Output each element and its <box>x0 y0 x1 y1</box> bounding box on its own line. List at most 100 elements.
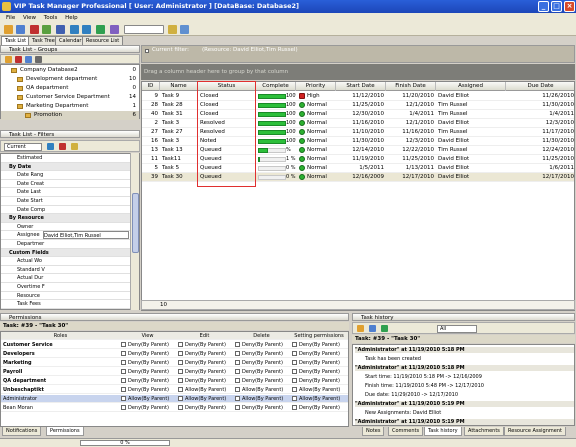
filter-row[interactable]: Date Comp <box>1 206 131 215</box>
tab-task-list[interactable]: Task List <box>1 36 31 45</box>
tab-comments[interactable]: Comments <box>388 427 424 436</box>
menu-tools[interactable]: Tools <box>44 15 58 21</box>
permission-checkbox[interactable] <box>235 378 240 383</box>
tree-item[interactable]: Development department 10 <box>1 75 139 84</box>
filter-group[interactable]: By Resource <box>1 214 131 223</box>
help-icon[interactable] <box>180 25 189 34</box>
tab-notifications[interactable]: Notifications <box>2 427 42 436</box>
permission-row[interactable]: Unbeschaptikt Deny(By Parent) Allow(By Par… <box>1 386 348 394</box>
clear-filter-icon[interactable] <box>59 143 66 150</box>
column-header-finish-date[interactable]: Finish Date <box>386 82 436 91</box>
tab-calendar[interactable]: Calendar <box>55 36 86 45</box>
permission-checkbox[interactable] <box>121 369 126 374</box>
permission-checkbox[interactable] <box>178 405 183 410</box>
permission-checkbox[interactable] <box>292 351 297 356</box>
permission-checkbox[interactable] <box>292 369 297 374</box>
permission-checkbox[interactable] <box>235 369 240 374</box>
permission-checkbox[interactable] <box>178 360 183 365</box>
filter-row[interactable]: Actual Wo <box>1 257 131 266</box>
tab-resource-list[interactable]: Resource List <box>82 36 124 45</box>
permission-row[interactable]: Developers Deny(By Parent) Deny(By Parent)… <box>1 350 348 358</box>
permission-checkbox[interactable] <box>235 360 240 365</box>
permission-checkbox[interactable] <box>121 405 126 410</box>
column-header-name[interactable]: Name <box>160 82 198 91</box>
permissions-column-delete[interactable]: Delete <box>233 332 290 340</box>
save-filter-icon[interactable] <box>71 143 78 150</box>
column-header-priority[interactable]: Priority <box>296 82 336 91</box>
new-task-icon[interactable] <box>4 25 13 34</box>
menu-help[interactable]: Help <box>65 15 78 21</box>
tab-notes[interactable]: Notes <box>362 427 385 436</box>
permission-row[interactable]: Customer Service Deny(By Parent) Deny(By P… <box>1 341 348 349</box>
tree-item[interactable]: QA department 0 <box>1 84 139 93</box>
tree-item-selected[interactable]: Promotion 6 <box>1 111 139 120</box>
permission-checkbox[interactable] <box>121 378 126 383</box>
filter-row[interactable]: Overtime F <box>1 283 131 292</box>
filter-group[interactable]: By Date <box>1 162 131 172</box>
users-icon[interactable] <box>110 25 119 34</box>
permissions-column-setting-permissions[interactable]: Setting permissions <box>290 332 348 340</box>
tab-resource-assignment[interactable]: Resource Assignment <box>504 427 566 436</box>
tree-item[interactable]: Company Database2 0 <box>1 66 139 75</box>
history-refresh-icon[interactable] <box>381 325 388 332</box>
history-filter-select[interactable]: All <box>437 325 477 333</box>
permission-checkbox[interactable] <box>121 396 126 401</box>
filter-row[interactable]: Date Start <box>1 197 131 206</box>
permission-checkbox[interactable] <box>121 351 126 356</box>
filter-row[interactable]: Actual Dur <box>1 274 131 283</box>
delete-group-icon[interactable] <box>15 56 22 63</box>
permissions-column-edit[interactable]: Edit <box>176 332 233 340</box>
permission-row[interactable]: QA department Deny(By Parent) Deny(By Pare… <box>1 377 348 385</box>
permission-checkbox[interactable] <box>292 360 297 365</box>
edit-icon[interactable] <box>42 25 51 34</box>
permission-checkbox[interactable] <box>292 396 297 401</box>
filter-row[interactable]: Owner <box>1 223 131 232</box>
menu-file[interactable]: File <box>6 15 15 21</box>
tab-attachments[interactable]: Attachments <box>464 427 504 436</box>
group-by-area[interactable]: Drag a column header here to group by th… <box>141 64 575 80</box>
edit-group-icon[interactable] <box>25 56 32 63</box>
permission-row[interactable]: Marketing Deny(By Parent) Deny(By Parent) D… <box>1 359 348 367</box>
column-header-assigned[interactable]: Assigned <box>436 82 506 91</box>
add-group-icon[interactable] <box>5 56 12 63</box>
filter-checkbox[interactable] <box>145 49 149 53</box>
open-icon[interactable] <box>16 25 25 34</box>
print-icon[interactable] <box>56 25 65 34</box>
permission-checkbox[interactable] <box>178 342 183 347</box>
refresh-icon[interactable] <box>96 25 105 34</box>
filter-row[interactable]: Assignee David Elliot,Tim Russel <box>1 231 131 240</box>
filter-row[interactable]: Departmer <box>1 240 131 249</box>
apply-filter-icon[interactable] <box>47 143 54 150</box>
tree-item[interactable]: Customer Service Department 14 <box>1 93 139 102</box>
filter-row[interactable]: Date Last <box>1 188 131 197</box>
scroll-thumb[interactable] <box>132 193 139 253</box>
permission-checkbox[interactable] <box>178 369 183 374</box>
permission-checkbox[interactable] <box>178 351 183 356</box>
permission-checkbox[interactable] <box>292 405 297 410</box>
permission-checkbox[interactable] <box>292 387 297 392</box>
permission-checkbox[interactable] <box>292 342 297 347</box>
column-header-start-date[interactable]: Start Date <box>336 82 386 91</box>
settings-icon[interactable] <box>35 56 42 63</box>
filter-row[interactable]: Resource <box>1 292 131 301</box>
column-header-due-date[interactable]: Due Date <box>506 82 574 91</box>
column-header-id[interactable]: ID <box>142 82 160 91</box>
filters-scrollbar[interactable] <box>130 153 139 310</box>
tab-permissions[interactable]: Permissions <box>46 427 84 436</box>
filter-row[interactable]: Estimated <box>1 154 131 163</box>
permissions-column-view[interactable]: View <box>119 332 176 340</box>
minimize-button[interactable]: _ <box>538 1 549 12</box>
filter-row[interactable]: Date Rang <box>1 171 131 180</box>
permission-checkbox[interactable] <box>178 378 183 383</box>
filter-view-select[interactable]: Current <box>4 143 42 151</box>
permission-checkbox[interactable] <box>121 360 126 365</box>
permission-checkbox[interactable] <box>235 351 240 356</box>
filter-group[interactable]: Custom Fields <box>1 248 131 258</box>
permission-row[interactable]: Payroll Deny(By Parent) Deny(By Parent) Den… <box>1 368 348 376</box>
column-header-complete[interactable]: Complete <box>256 82 296 91</box>
permissions-column-roles[interactable]: Roles <box>3 332 118 340</box>
permission-checkbox[interactable] <box>235 342 240 347</box>
permission-checkbox[interactable] <box>235 405 240 410</box>
permission-checkbox[interactable] <box>235 387 240 392</box>
permission-checkbox[interactable] <box>121 342 126 347</box>
